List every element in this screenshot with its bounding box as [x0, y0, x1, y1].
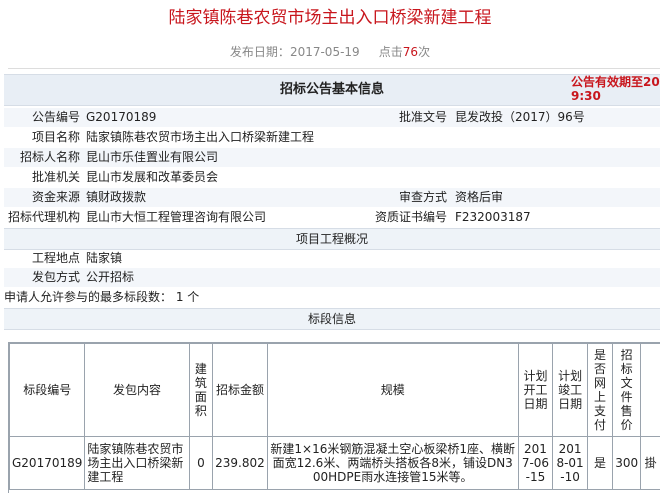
publish-meta: 发布日期：2017-05-19 点击76次 — [0, 43, 660, 61]
col-price: 招标文件售价 — [613, 344, 641, 437]
sections-header: 标段信息 — [4, 308, 660, 330]
info-label: 资金来源 — [4, 188, 80, 207]
cell-content: 陆家镇陈巷农贸市场主出入口桥梁新建工程 — [85, 437, 189, 490]
col-section-id: 标段编号 — [10, 344, 85, 437]
project-overview-header: 项目工程概况 — [4, 228, 660, 250]
overview-value: 公开招标 — [86, 268, 376, 287]
info-label: 项目名称 — [4, 128, 80, 147]
page-title: 陆家镇陈巷农贸市场主出入口桥梁新建工程 — [0, 6, 660, 30]
overview-row-location: 工程地点 陆家镇 — [4, 249, 660, 268]
overview-value: 陆家镇 — [86, 249, 376, 268]
col-amount: 招标金额 — [213, 344, 268, 437]
cell-price: 300 — [613, 437, 641, 490]
max-bids-text: 申请人允许参与的最多标段数： 1 个 — [4, 288, 199, 307]
publish-date-label: 发布日期： — [230, 45, 290, 59]
cell-online-pay: 是 — [587, 437, 612, 490]
col-area: 建筑面积 — [189, 344, 212, 437]
overview-row-max-bids: 申请人允许参与的最多标段数： 1 个 — [4, 288, 660, 307]
info-row-project-name: 项目名称 陆家镇陈巷农贸市场主出入口桥梁新建工程 — [4, 128, 660, 147]
validity-notice: 公告有效期至20 9:30 — [571, 75, 660, 105]
publish-date: 2017-05-19 — [290, 45, 360, 59]
info-row-agency: 招标代理机构 昆山市大恒工程管理咨询有限公司 资质证书编号 F232003187 — [4, 208, 660, 227]
col-content: 发包内容 — [85, 344, 189, 437]
info-value: G20170189 — [86, 108, 376, 127]
overview-row-method: 发包方式 公开招标 — [4, 268, 660, 287]
overview-label: 工程地点 — [4, 249, 80, 268]
col-online-pay: 是否网上支付 — [587, 344, 612, 437]
cell-extra: 掛 — [641, 437, 660, 490]
title-divider — [8, 68, 660, 69]
info-row-tenderer: 招标人名称 昆山市乐佳置业有限公司 — [4, 148, 660, 167]
info-label-2: 批准文号 — [371, 108, 447, 127]
validity-notice-line1: 公告有效期至20 — [571, 75, 660, 89]
validity-notice-line2: 9:30 — [571, 89, 660, 103]
info-value: 镇财政拨款 — [86, 188, 376, 207]
info-value: 陆家镇陈巷农贸市场主出入口桥梁新建工程 — [86, 128, 486, 147]
cell-finish-date: 2018-01-10 — [553, 437, 588, 490]
col-scale: 规模 — [267, 344, 518, 437]
col-extra — [641, 344, 660, 437]
info-label-2: 资质证书编号 — [371, 208, 447, 227]
info-label: 批准机关 — [4, 168, 80, 187]
info-value-2: 资格后审 — [455, 188, 660, 207]
table-row: G20170189 陆家镇陈巷农贸市场主出入口桥梁新建工程 0 239.802 … — [10, 437, 660, 490]
cell-area: 0 — [189, 437, 212, 490]
info-row-notice-no: 公告编号 G20170189 批准文号 昆发改投（2017）96号 — [4, 108, 660, 127]
basic-info-header: 招标公告基本信息 — [4, 74, 660, 106]
cell-start-date: 2017-06-15 — [518, 437, 553, 490]
cell-scale: 新建1×16米钢筋混凝土空心板梁桥1座、横断面宽12.6米、两端桥头搭板各8米，… — [267, 437, 518, 490]
sections-table-container: 标段编号 发包内容 建筑面积 招标金额 规模 计划开工日期 计划竣工日期 是否网… — [8, 342, 660, 493]
info-label: 招标人名称 — [4, 148, 80, 167]
info-value-2: 昆发改投（2017）96号 — [455, 108, 660, 127]
cell-section-id: G20170189 — [10, 437, 85, 490]
info-value: 昆山市发展和改革委员会 — [86, 168, 376, 187]
click-count-suffix: 次 — [418, 45, 430, 59]
info-label-2: 审查方式 — [371, 188, 447, 207]
info-value: 昆山市乐佳置业有限公司 — [86, 148, 376, 167]
sections-header-row: 标段编号 发包内容 建筑面积 招标金额 规模 计划开工日期 计划竣工日期 是否网… — [10, 344, 660, 437]
info-value-2: F232003187 — [455, 208, 660, 227]
info-row-funding: 资金来源 镇财政拨款 审查方式 资格后审 — [4, 188, 660, 207]
col-start-date: 计划开工日期 — [518, 344, 553, 437]
overview-label: 发包方式 — [4, 268, 80, 287]
col-finish-date: 计划竣工日期 — [553, 344, 588, 437]
sections-table: 标段编号 发包内容 建筑面积 招标金额 规模 计划开工日期 计划竣工日期 是否网… — [9, 343, 660, 490]
info-label: 公告编号 — [4, 108, 80, 127]
info-row-approval-org: 批准机关 昆山市发展和改革委员会 — [4, 168, 660, 187]
cell-amount: 239.802 — [213, 437, 268, 490]
click-count-label: 点击 — [379, 45, 403, 59]
click-count: 76 — [403, 45, 418, 59]
info-value: 昆山市大恒工程管理咨询有限公司 — [86, 208, 376, 227]
info-label: 招标代理机构 — [4, 208, 80, 227]
